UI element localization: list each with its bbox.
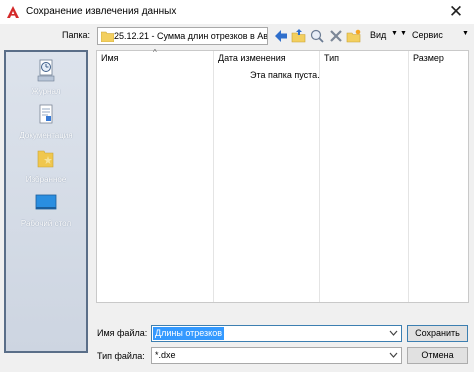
column-header-size[interactable]: Размер	[409, 52, 444, 65]
place-label: Журнал	[31, 87, 61, 96]
chevron-down-icon	[389, 330, 398, 336]
folder-up-icon	[291, 29, 306, 43]
service-menu-button[interactable]: ▼ Сервис ▼	[400, 29, 472, 43]
filename-label: Имя файла:	[97, 328, 148, 338]
window-title: Сохранение извлечения данных	[26, 6, 177, 17]
up-folder-button[interactable]	[291, 27, 307, 45]
search-web-button[interactable]	[309, 27, 325, 45]
empty-folder-message: Эта папка пуста.	[250, 70, 320, 80]
service-menu-label: Сервис	[412, 30, 443, 40]
new-folder-button[interactable]	[346, 27, 362, 45]
place-documents[interactable]: Документация	[6, 100, 86, 144]
back-arrow-icon	[275, 30, 287, 42]
place-desktop[interactable]: Рабочий стол	[6, 188, 86, 232]
folder-label: Папка:	[62, 30, 90, 40]
column-header-name[interactable]: Имя	[97, 52, 119, 65]
column-divider[interactable]	[319, 51, 320, 302]
back-button[interactable]	[273, 27, 289, 45]
desktop-icon	[35, 194, 57, 210]
documents-icon	[39, 104, 53, 124]
favorites-folder-icon	[37, 150, 54, 168]
column-header-type[interactable]: Тип	[320, 52, 339, 65]
history-icon	[37, 59, 55, 82]
folder-icon	[101, 31, 114, 42]
folder-path-text: 25.12.21 - Сумма длин отрезков в Автокад…	[114, 31, 268, 41]
places-bar-inner: Журнал Документация Избранное Рабочий ст…	[6, 52, 86, 351]
filetype-value: *.dxe	[155, 350, 176, 360]
new-folder-icon	[346, 29, 361, 43]
place-label: Рабочий стол	[20, 219, 72, 228]
autocad-app-icon	[7, 6, 19, 18]
save-button[interactable]: Сохранить	[407, 325, 468, 342]
place-label: Избранное	[25, 175, 67, 184]
chevron-down-icon: ▼	[400, 30, 407, 37]
chevron-down-icon: ▼	[391, 30, 398, 37]
column-divider[interactable]	[408, 51, 409, 302]
view-menu-label: Вид	[370, 30, 387, 40]
delete-button[interactable]	[328, 27, 344, 45]
cancel-button[interactable]: Отмена	[407, 347, 468, 364]
title-bar: Сохранение извлечения данных ✕	[0, 0, 474, 24]
filename-input[interactable]: Длины отрезков	[151, 325, 402, 342]
places-bar: Журнал Документация Избранное Рабочий ст…	[4, 50, 88, 353]
filetype-label: Тип файла:	[97, 351, 145, 361]
place-history[interactable]: Журнал	[6, 56, 86, 100]
chevron-down-icon	[389, 352, 398, 358]
sort-up-icon: ^	[153, 48, 157, 57]
delete-x-icon	[330, 30, 342, 42]
filetype-select[interactable]: *.dxe	[151, 347, 402, 364]
file-list[interactable]: Имя ^ Дата изменения Тип Размер Эта папк…	[96, 48, 469, 303]
column-header-date[interactable]: Дата изменения	[214, 52, 286, 65]
column-divider[interactable]	[213, 51, 214, 302]
search-icon	[310, 29, 324, 43]
filename-value: Длины отрезков	[153, 327, 225, 340]
close-button[interactable]: ✕	[446, 2, 466, 22]
folder-path-dropdown[interactable]: 25.12.21 - Сумма длин отрезков в Автокад…	[97, 27, 268, 45]
place-label: Документация	[19, 131, 73, 140]
place-favorites[interactable]: Избранное	[6, 144, 86, 188]
view-menu-button[interactable]: Вид ▼	[363, 29, 401, 43]
chevron-down-icon: ▼	[462, 30, 469, 37]
